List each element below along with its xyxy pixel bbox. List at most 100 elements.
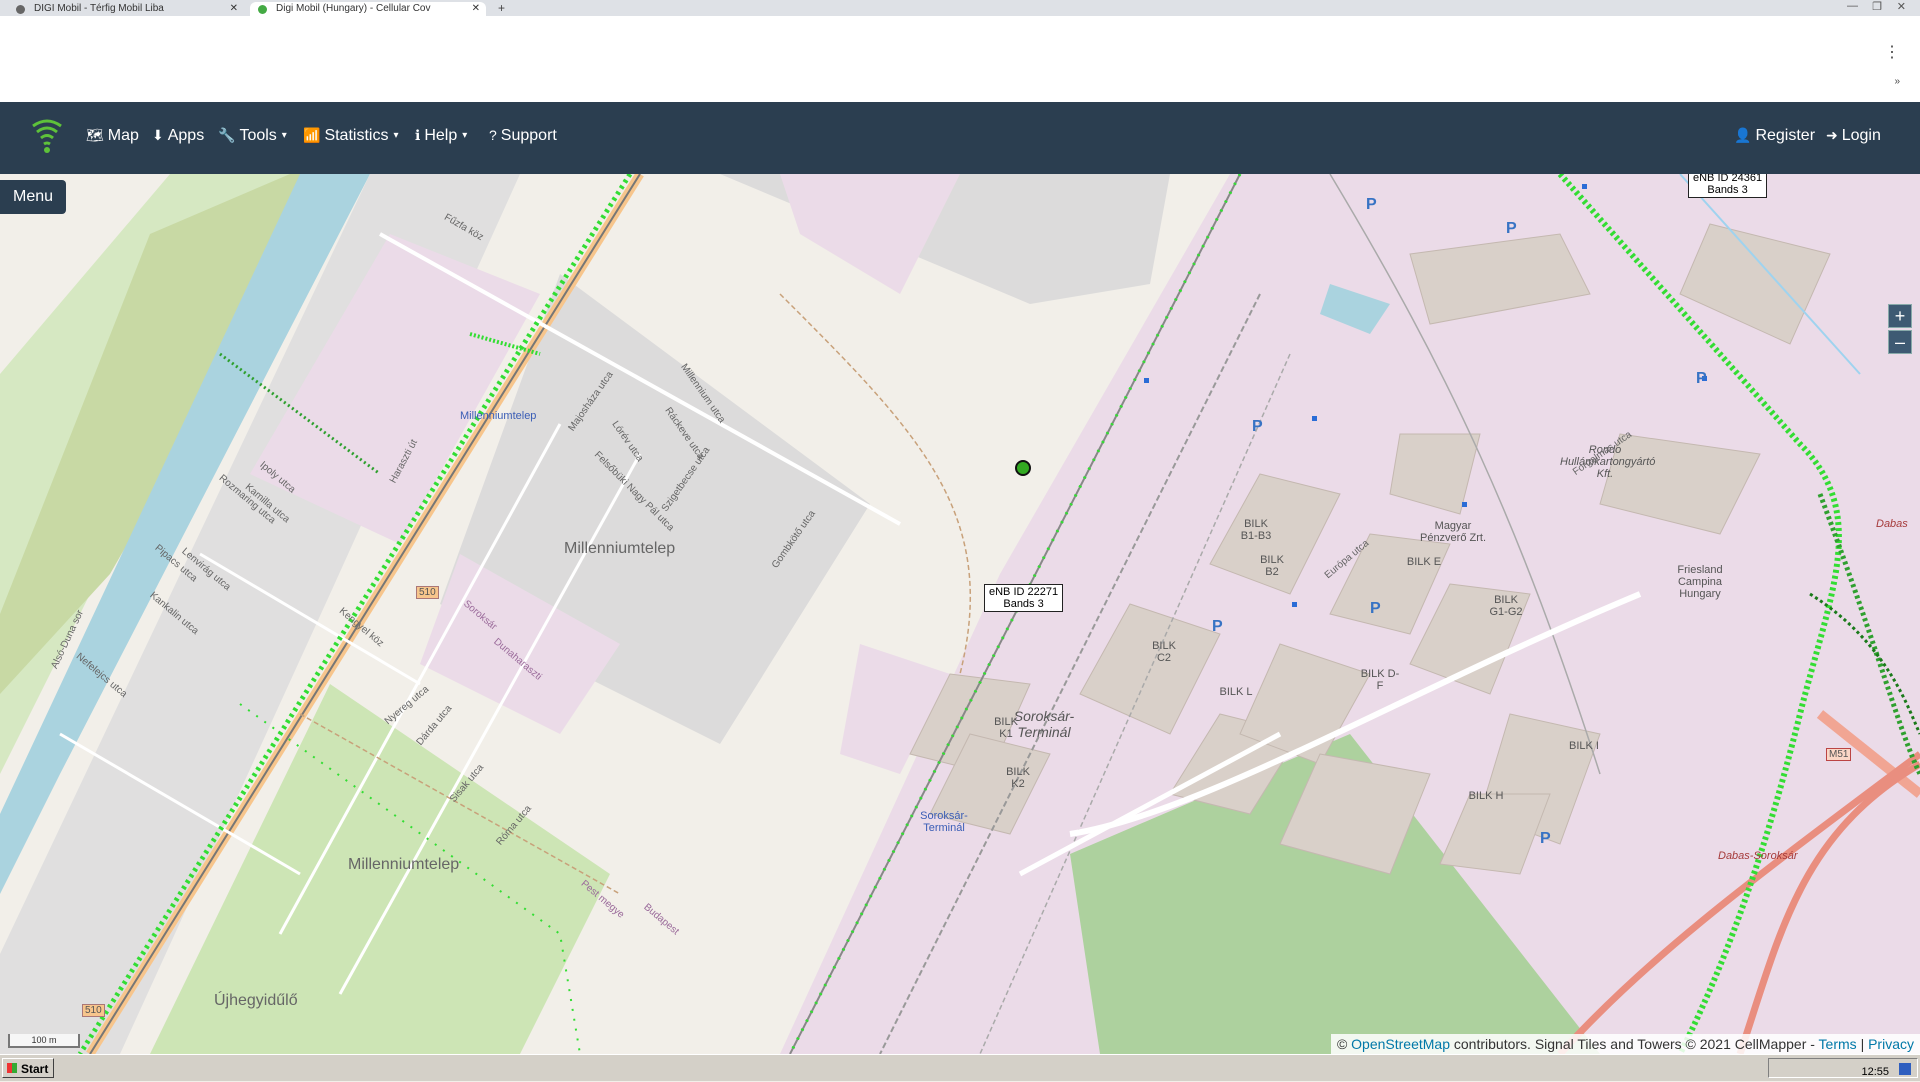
browser-menu-icon[interactable]: ⋮: [1884, 42, 1900, 62]
tab-favicon-icon: [16, 5, 25, 14]
browser-tab-active[interactable]: Digi Mobil (Hungary) - Cellular Cov ✕: [250, 2, 486, 16]
tower-bands-text: Bands 3: [1707, 184, 1748, 196]
site-navbar: 🗺 Map ⬇ Apps 🔧 Tools ▾ 📶 Statistics ▾ ℹ Help ▾ ?…: [0, 102, 1920, 174]
building-label: BILK D-F: [1360, 668, 1400, 692]
map-label-neighbourhood: Újhegyidűlő: [214, 992, 298, 1009]
chevron-down-icon: ▾: [393, 130, 399, 141]
building-label: BILK E: [1406, 556, 1442, 568]
browser-toolbar: ⋮ »: [0, 16, 1920, 102]
parking-icon: P: [1212, 618, 1223, 635]
info-icon: ℹ: [415, 127, 421, 143]
map-scale: 100 m: [8, 1034, 80, 1048]
browser-tab[interactable]: DIGI Mobil - Térfig Mobil Liba ✕: [8, 2, 244, 16]
map-label-company: Magyar Pénzverő Zrt.: [1419, 520, 1487, 544]
desktop-icon[interactable]: [1899, 1063, 1911, 1075]
cellmapper-logo-icon[interactable]: [30, 116, 64, 156]
nav-apps-label: Apps: [167, 127, 205, 144]
login-icon: ➜: [1826, 127, 1838, 143]
tower-bands-text: Bands 3: [1003, 598, 1044, 610]
chevron-down-icon: ▾: [462, 130, 468, 141]
tower-id-text: eNB ID 22271: [989, 586, 1059, 598]
tab-title: DIGI Mobil - Térfig Mobil Liba: [34, 3, 164, 14]
nav-login-label: Login: [1841, 127, 1881, 144]
building-label: BILK L: [1219, 686, 1253, 698]
map-menu-button[interactable]: Menu: [0, 180, 66, 214]
extensions-overflow-icon[interactable]: »: [1894, 76, 1900, 87]
map-label-company: Friesland Campina Hungary: [1677, 564, 1723, 600]
building-label: BILK I: [1569, 740, 1599, 752]
osm-link[interactable]: OpenStreetMap: [1351, 1036, 1450, 1052]
user-plus-icon: 👤: [1734, 127, 1752, 143]
parking-icon: P: [1370, 600, 1381, 617]
chevron-down-icon: ▾: [281, 130, 287, 141]
map-attribution: © OpenStreetMap contributors. Signal Til…: [1330, 1034, 1920, 1054]
building-label: BILK C2: [1152, 640, 1176, 664]
tower-id-text: eNB ID 24361: [1693, 174, 1763, 184]
nav-support-label: Support: [500, 127, 557, 144]
privacy-link[interactable]: Privacy: [1868, 1036, 1914, 1052]
windows-logo-icon: [7, 1063, 17, 1073]
zoom-out-button[interactable]: –: [1888, 330, 1912, 354]
building-label: BILK K1: [994, 716, 1018, 740]
nav-tools-label: Tools: [239, 127, 277, 144]
tab-close-icon[interactable]: ✕: [472, 2, 480, 16]
tab-title: Digi Mobil (Hungary) - Cellular Cov: [276, 3, 431, 14]
attribution-separator: |: [1860, 1036, 1865, 1052]
map-tiles: [0, 174, 1920, 1054]
building-label: BILK K2: [1006, 766, 1030, 790]
road-shield: 510: [82, 1004, 105, 1017]
nav-support[interactable]: ? Support: [489, 127, 557, 145]
map-label-station: Soroksár-Terminál: [920, 810, 968, 834]
building-label: BILK B2: [1260, 554, 1284, 578]
building-label: BILK H: [1468, 790, 1504, 802]
road-shield: M51: [1826, 748, 1852, 761]
zoom-in-button[interactable]: +: [1888, 304, 1912, 328]
nav-register[interactable]: 👤 Register: [1734, 127, 1815, 145]
close-window-icon[interactable]: ✕: [1897, 0, 1906, 13]
road-shield: 510: [416, 586, 439, 599]
map-label-station: Dabas-Soroksár: [1718, 850, 1798, 862]
question-icon: ?: [489, 127, 497, 143]
start-button[interactable]: Start: [2, 1058, 54, 1078]
tower-marker-icon[interactable]: [1015, 460, 1031, 476]
tab-favicon-icon: [258, 5, 267, 14]
map-icon: 🗺: [86, 127, 104, 143]
tab-close-icon[interactable]: ✕: [230, 2, 238, 16]
browser-tabstrip: DIGI Mobil - Térfig Mobil Liba ✕ Digi Mo…: [0, 0, 1920, 16]
nav-statistics-label: Statistics: [324, 127, 389, 144]
attribution-copyright: ©: [1336, 1036, 1348, 1052]
parking-icon: P: [1540, 830, 1551, 847]
parking-icon: P: [1506, 220, 1517, 237]
map-canvas[interactable]: Menu + – eNB ID 22271 Bands 3 eNB ID 243…: [0, 174, 1920, 1054]
wrench-icon: 🔧: [218, 127, 236, 143]
terms-link[interactable]: Terms: [1819, 1036, 1857, 1052]
minimize-icon[interactable]: —: [1847, 0, 1858, 12]
download-icon: ⬇: [152, 127, 164, 143]
attribution-text: contributors. Signal Tiles and Towers © …: [1453, 1036, 1815, 1052]
os-taskbar: Start 12:55: [0, 1054, 1920, 1081]
map-label-station: Millenniumtelep: [460, 410, 537, 422]
clock[interactable]: 12:55: [1861, 1062, 1889, 1082]
parking-icon: P: [1252, 418, 1263, 435]
tower-label[interactable]: eNB ID 24361 Bands 3: [1688, 174, 1768, 198]
nav-apps[interactable]: ⬇ Apps: [152, 127, 204, 145]
tower-label[interactable]: eNB ID 22271 Bands 3: [984, 584, 1064, 612]
restore-icon[interactable]: ❐: [1872, 0, 1882, 13]
signal-icon: 📶: [303, 127, 321, 143]
nav-help-label: Help: [424, 127, 458, 144]
nav-register-label: Register: [1755, 127, 1816, 144]
nav-statistics[interactable]: 📶 Statistics ▾: [303, 127, 398, 145]
parking-icon: P: [1696, 370, 1707, 387]
nav-map-label: Map: [107, 127, 139, 144]
nav-map[interactable]: 🗺 Map: [86, 127, 139, 145]
building-label: BILK G1-G2: [1489, 594, 1523, 618]
start-label: Start: [21, 1062, 49, 1076]
nav-help[interactable]: ℹ Help ▾: [415, 127, 467, 145]
new-tab-button[interactable]: +: [498, 1, 505, 15]
parking-icon: P: [1366, 196, 1377, 213]
nav-login[interactable]: ➜ Login: [1826, 127, 1881, 145]
system-tray: 12:55: [1768, 1058, 1918, 1078]
nav-tools[interactable]: 🔧 Tools ▾: [218, 127, 287, 145]
map-label-neighbourhood: Millenniumtelep: [564, 540, 676, 557]
building-label: BILK B1-B3: [1240, 518, 1272, 542]
